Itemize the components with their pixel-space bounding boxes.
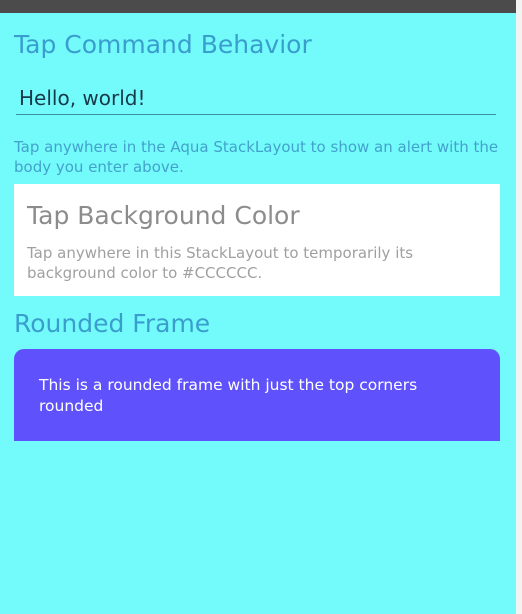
tap-background-stack-layout[interactable]: Tap Background Color Tap anywhere in thi… (14, 184, 500, 296)
tap-command-title: Tap Command Behavior (14, 30, 312, 59)
rounded-frame-text: This is a rounded frame with just the to… (39, 376, 418, 415)
rounded-frame: This is a rounded frame with just the to… (14, 349, 500, 441)
status-bar (0, 0, 516, 13)
entry-underline (16, 114, 496, 115)
message-entry[interactable]: Hello, world! (19, 86, 146, 110)
rounded-frame-title: Rounded Frame (14, 309, 211, 338)
tap-command-description: Tap anywhere in the Aqua StackLayout to … (14, 138, 499, 176)
window-edge (516, 0, 522, 614)
tap-background-description: Tap anywhere in this StackLayout to temp… (27, 244, 414, 282)
tap-background-title: Tap Background Color (27, 201, 300, 230)
